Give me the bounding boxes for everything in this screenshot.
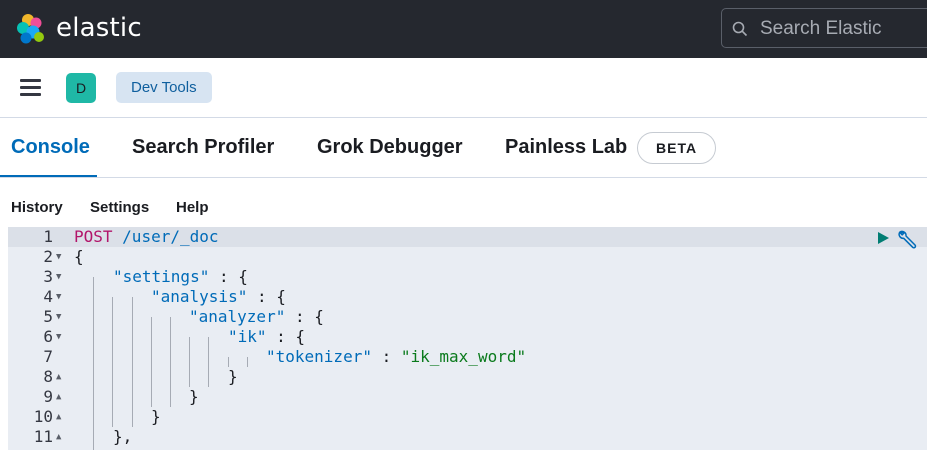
- editor-line[interactable]: 11 ▲ },: [8, 427, 927, 447]
- editor-line[interactable]: 8 ▲ }: [8, 367, 927, 387]
- line-number: 10: [33, 407, 53, 426]
- fold-down-icon[interactable]: ▼: [56, 307, 61, 327]
- fold-down-icon[interactable]: ▼: [56, 287, 61, 307]
- code-text: : {: [209, 267, 248, 286]
- fold-up-icon[interactable]: ▲: [56, 427, 61, 447]
- line-number: 5: [43, 307, 53, 326]
- settings-link[interactable]: Settings: [90, 199, 149, 216]
- code-text: }: [228, 367, 238, 386]
- line-number: 6: [43, 327, 53, 346]
- line-number: 2: [43, 247, 53, 266]
- line-number: 7: [43, 347, 53, 366]
- console-editor[interactable]: 1 POST /user/_doc 2 ▼ { 3 ▼ "settings" :…: [8, 227, 927, 450]
- editor-line[interactable]: 3 ▼ "settings" : {: [8, 267, 927, 287]
- tab-grok-debugger[interactable]: Grok Debugger: [317, 136, 463, 159]
- tab-painless-lab[interactable]: Painless Lab: [505, 136, 627, 159]
- tab-search-profiler[interactable]: Search Profiler: [132, 136, 274, 159]
- elastic-logo-icon[interactable]: [15, 13, 47, 45]
- brand-name[interactable]: elastic: [56, 13, 142, 43]
- global-header: elastic Search Elastic: [0, 0, 927, 58]
- line-number: 9: [43, 387, 53, 406]
- history-link[interactable]: History: [11, 199, 63, 216]
- hamburger-menu-icon[interactable]: [18, 76, 44, 98]
- editor-line[interactable]: 5 ▼ "analyzer" : {: [8, 307, 927, 327]
- line-number: 11: [33, 427, 53, 446]
- search-placeholder: Search Elastic: [760, 18, 882, 39]
- editor-line[interactable]: 7 "tokenizer" : "ik_max_word": [8, 347, 927, 367]
- active-tab-indicator: [0, 175, 97, 177]
- json-key: "settings": [113, 267, 210, 286]
- line-number: 8: [43, 367, 53, 386]
- run-request-icon[interactable]: [876, 231, 890, 245]
- code-text: }: [189, 387, 199, 406]
- json-key: "tokenizer": [266, 347, 372, 366]
- code-text: }: [151, 407, 161, 426]
- breadcrumb-bar: D Dev Tools: [0, 58, 927, 118]
- code-text: : {: [285, 307, 324, 326]
- fold-up-icon[interactable]: ▲: [56, 367, 61, 387]
- editor-line[interactable]: 6 ▼ "ik" : {: [8, 327, 927, 347]
- devtools-tabs: Console Search Profiler Grok Debugger Pa…: [0, 119, 927, 178]
- line-number: 1: [43, 227, 53, 246]
- editor-line[interactable]: 10 ▲ }: [8, 407, 927, 427]
- tab-console[interactable]: Console: [11, 136, 90, 159]
- editor-line[interactable]: 9 ▲ }: [8, 387, 927, 407]
- fold-down-icon[interactable]: ▼: [56, 267, 61, 287]
- json-key: "analysis": [151, 287, 248, 306]
- wrench-icon[interactable]: [897, 229, 919, 249]
- fold-down-icon[interactable]: ▼: [56, 247, 61, 267]
- code-text: : {: [266, 327, 306, 346]
- beta-badge: BETA: [637, 132, 717, 164]
- code-text: :: [371, 347, 401, 366]
- code-text: {: [74, 247, 84, 266]
- code-text: },: [113, 427, 133, 446]
- editor-line[interactable]: 2 ▼ {: [8, 247, 927, 267]
- search-input[interactable]: Search Elastic: [721, 8, 927, 48]
- json-key: "ik": [228, 327, 267, 346]
- editor-line[interactable]: 4 ▼ "analysis" : {: [8, 287, 927, 307]
- fold-up-icon[interactable]: ▲: [56, 387, 61, 407]
- line-number: 4: [43, 287, 53, 306]
- help-link[interactable]: Help: [176, 199, 209, 216]
- request-path: /user/_doc: [122, 227, 219, 246]
- fold-up-icon[interactable]: ▲: [56, 407, 61, 427]
- search-icon: [732, 21, 748, 37]
- space-avatar[interactable]: D: [66, 73, 96, 103]
- request-method: POST: [74, 227, 113, 246]
- breadcrumb[interactable]: Dev Tools: [116, 72, 212, 103]
- json-key: "analyzer": [189, 307, 286, 326]
- json-value: "ik_max_word": [400, 347, 527, 366]
- editor-line[interactable]: 1 POST /user/_doc: [8, 227, 927, 247]
- line-number: 3: [43, 267, 53, 286]
- code-text: : {: [247, 287, 286, 306]
- fold-down-icon[interactable]: ▼: [56, 327, 61, 347]
